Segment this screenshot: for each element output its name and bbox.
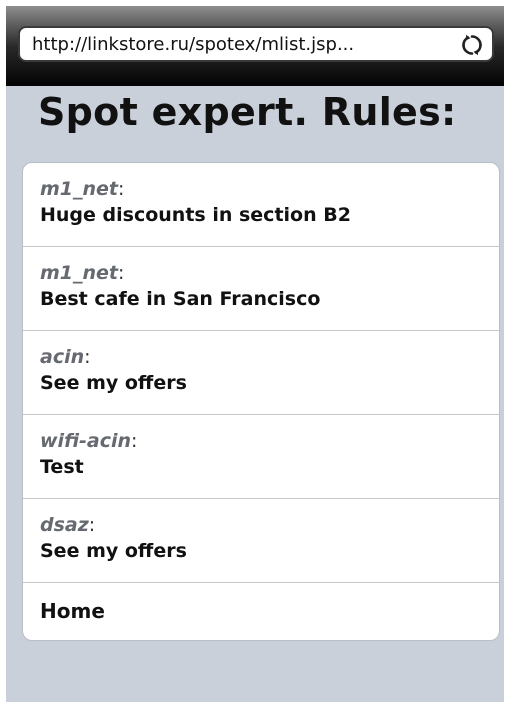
home-link[interactable]: Home (23, 583, 499, 640)
rule-item[interactable]: wifi-acin: Test (23, 415, 499, 499)
rule-message: Test (40, 456, 84, 478)
address-bar[interactable]: http://linkstore.ru/spotex/mlist.jsp... (18, 26, 494, 62)
rule-author: acin (40, 346, 85, 368)
rule-message: Best cafe in San Francisco (40, 288, 321, 310)
rule-item[interactable]: dsaz: See my offers (23, 499, 499, 583)
rule-author-line: m1_net: (40, 177, 499, 201)
rule-item[interactable]: m1_net: Huge discounts in section B2 (23, 163, 499, 247)
rule-message: See my offers (40, 540, 187, 562)
author-separator: : (118, 262, 125, 284)
rule-item[interactable]: m1_net: Best cafe in San Francisco (23, 247, 499, 331)
rule-author: wifi-acin (40, 430, 132, 452)
rule-author: m1_net (40, 262, 119, 284)
phone-screen: http://linkstore.ru/spotex/mlist.jsp... … (6, 6, 504, 702)
author-separator: : (88, 514, 96, 536)
author-separator: : (84, 346, 91, 368)
rules-list: m1_net: Huge discounts in section B2 m1_… (22, 162, 500, 641)
rule-message: See my offers (40, 372, 187, 394)
url-text[interactable]: http://linkstore.ru/spotex/mlist.jsp... (32, 34, 452, 56)
author-separator: : (118, 178, 125, 200)
browser-toolbar: http://linkstore.ru/spotex/mlist.jsp... (6, 6, 504, 86)
rule-item[interactable]: acin: See my offers (23, 331, 499, 415)
author-separator: : (131, 430, 138, 452)
rule-author-line: acin: (40, 345, 499, 369)
rule-author-line: wifi-acin: (40, 429, 499, 453)
rule-author: m1_net (40, 178, 119, 200)
rule-author-line: dsaz: (40, 513, 499, 537)
page-title: Spot expert. Rules: (38, 90, 457, 134)
rule-message: Huge discounts in section B2 (40, 204, 351, 226)
rule-author: dsaz (40, 514, 89, 536)
rule-author-line: m1_net: (40, 261, 499, 285)
reload-icon[interactable] (460, 33, 484, 57)
